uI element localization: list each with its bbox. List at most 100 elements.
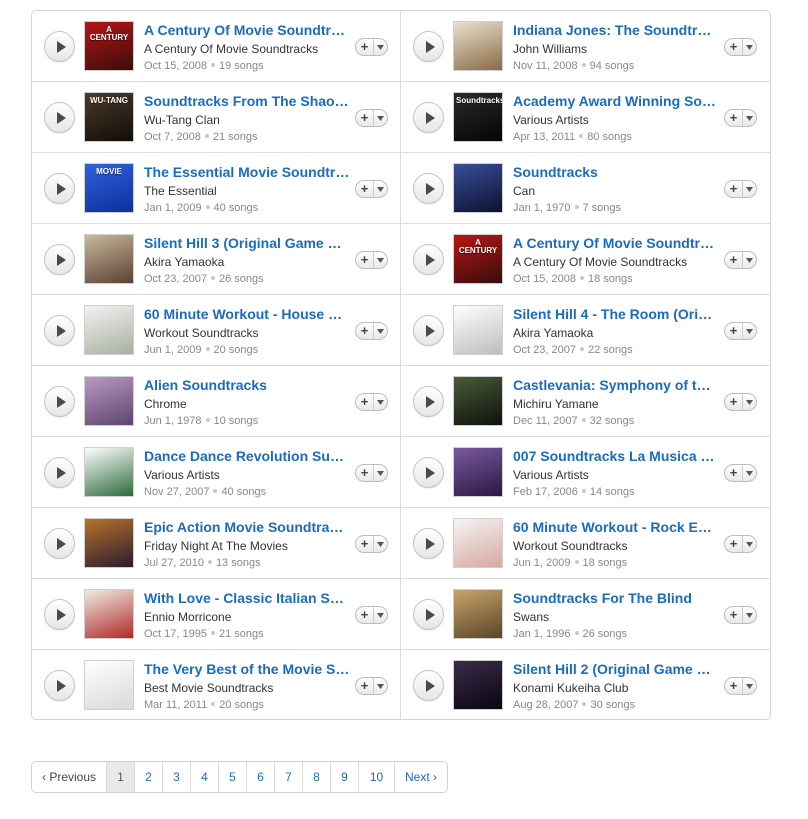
album-art[interactable] bbox=[84, 518, 134, 568]
album-title-link[interactable]: Silent Hill 3 (Original Game Soundtrack) bbox=[144, 235, 350, 252]
chevron-down-icon[interactable] bbox=[743, 44, 756, 50]
chevron-down-icon[interactable] bbox=[374, 612, 387, 618]
chevron-down-icon[interactable] bbox=[374, 186, 387, 192]
play-button[interactable] bbox=[44, 315, 75, 346]
album-art[interactable] bbox=[453, 376, 503, 426]
chevron-down-icon[interactable] bbox=[743, 399, 756, 405]
album-title-link[interactable]: 60 Minute Workout - Rock Edition bbox=[513, 519, 719, 536]
chevron-down-icon[interactable] bbox=[374, 257, 387, 263]
chevron-down-icon[interactable] bbox=[374, 115, 387, 121]
page-8-link[interactable]: 8 bbox=[303, 762, 331, 792]
play-button[interactable] bbox=[413, 457, 444, 488]
album-art[interactable] bbox=[453, 447, 503, 497]
add-to-button[interactable]: + bbox=[724, 535, 757, 553]
add-to-button[interactable]: + bbox=[724, 180, 757, 198]
album-title-link[interactable]: Alien Soundtracks bbox=[144, 377, 350, 394]
album-title-link[interactable]: Indiana Jones: The Soundtracks Collectio… bbox=[513, 22, 719, 39]
album-art[interactable]: WU-TANG bbox=[84, 92, 134, 142]
play-button[interactable] bbox=[44, 102, 75, 133]
play-button[interactable] bbox=[44, 173, 75, 204]
add-to-button[interactable]: + bbox=[355, 393, 388, 411]
album-title-link[interactable]: Silent Hill 2 (Original Game Soundtrack) bbox=[513, 661, 719, 678]
play-button[interactable] bbox=[44, 670, 75, 701]
page-1-link[interactable]: 1 bbox=[107, 762, 135, 792]
album-art[interactable]: A CENTURY bbox=[84, 21, 134, 71]
album-art[interactable] bbox=[84, 376, 134, 426]
album-art[interactable] bbox=[84, 447, 134, 497]
add-to-button[interactable]: + bbox=[355, 464, 388, 482]
page-6-link[interactable]: 6 bbox=[247, 762, 275, 792]
chevron-down-icon[interactable] bbox=[374, 328, 387, 334]
album-title-link[interactable]: Epic Action Movie Soundtracks bbox=[144, 519, 350, 536]
add-to-button[interactable]: + bbox=[355, 109, 388, 127]
album-art[interactable] bbox=[453, 518, 503, 568]
album-title-link[interactable]: Soundtracks For The Blind bbox=[513, 590, 719, 607]
add-to-button[interactable]: + bbox=[355, 251, 388, 269]
add-to-button[interactable]: + bbox=[724, 251, 757, 269]
page-5-link[interactable]: 5 bbox=[219, 762, 247, 792]
chevron-down-icon[interactable] bbox=[743, 186, 756, 192]
play-button[interactable] bbox=[413, 315, 444, 346]
album-title-link[interactable]: Silent Hill 4 - The Room (Original Sound… bbox=[513, 306, 719, 323]
play-button[interactable] bbox=[44, 244, 75, 275]
play-button[interactable] bbox=[413, 599, 444, 630]
album-title-link[interactable]: Castlevania: Symphony of the Night bbox=[513, 377, 719, 394]
page-7-link[interactable]: 7 bbox=[275, 762, 303, 792]
play-button[interactable] bbox=[413, 528, 444, 559]
play-button[interactable] bbox=[44, 31, 75, 62]
page-3-link[interactable]: 3 bbox=[163, 762, 191, 792]
album-title-link[interactable]: Dance Dance Revolution Supernova bbox=[144, 448, 350, 465]
add-to-button[interactable]: + bbox=[724, 606, 757, 624]
album-title-link[interactable]: A Century Of Movie Soundtracks bbox=[144, 22, 350, 39]
play-button[interactable] bbox=[413, 670, 444, 701]
add-to-button[interactable]: + bbox=[355, 322, 388, 340]
play-button[interactable] bbox=[44, 457, 75, 488]
add-to-button[interactable]: + bbox=[724, 38, 757, 56]
album-art[interactable] bbox=[84, 234, 134, 284]
album-art[interactable] bbox=[453, 660, 503, 710]
album-title-link[interactable]: 60 Minute Workout - House Soundtracks bbox=[144, 306, 350, 323]
chevron-down-icon[interactable] bbox=[374, 683, 387, 689]
album-title-link[interactable]: The Very Best of the Movie Soundtracks bbox=[144, 661, 350, 678]
album-art[interactable] bbox=[453, 589, 503, 639]
chevron-down-icon[interactable] bbox=[743, 470, 756, 476]
previous-page-button[interactable]: ‹ Previous bbox=[32, 762, 107, 792]
album-title-link[interactable]: Academy Award Winning Soundtracks bbox=[513, 93, 719, 110]
album-art[interactable] bbox=[453, 21, 503, 71]
chevron-down-icon[interactable] bbox=[374, 44, 387, 50]
play-button[interactable] bbox=[44, 528, 75, 559]
play-button[interactable] bbox=[413, 102, 444, 133]
page-4-link[interactable]: 4 bbox=[191, 762, 219, 792]
album-title-link[interactable]: Soundtracks From The Shaolin Temple bbox=[144, 93, 350, 110]
album-title-link[interactable]: 007 Soundtracks La Musica di James Bond bbox=[513, 448, 719, 465]
chevron-down-icon[interactable] bbox=[374, 541, 387, 547]
add-to-button[interactable]: + bbox=[724, 322, 757, 340]
add-to-button[interactable]: + bbox=[355, 38, 388, 56]
play-button[interactable] bbox=[413, 244, 444, 275]
play-button[interactable] bbox=[413, 386, 444, 417]
page-10-link[interactable]: 10 bbox=[359, 762, 395, 792]
add-to-button[interactable]: + bbox=[355, 677, 388, 695]
album-title-link[interactable]: With Love - Classic Italian Soundtracks bbox=[144, 590, 350, 607]
add-to-button[interactable]: + bbox=[724, 109, 757, 127]
chevron-down-icon[interactable] bbox=[743, 683, 756, 689]
album-art[interactable] bbox=[84, 660, 134, 710]
page-9-link[interactable]: 9 bbox=[331, 762, 359, 792]
add-to-button[interactable]: + bbox=[355, 180, 388, 198]
album-art[interactable] bbox=[453, 163, 503, 213]
play-button[interactable] bbox=[44, 599, 75, 630]
album-art[interactable] bbox=[453, 305, 503, 355]
page-2-link[interactable]: 2 bbox=[135, 762, 163, 792]
chevron-down-icon[interactable] bbox=[743, 612, 756, 618]
chevron-down-icon[interactable] bbox=[743, 328, 756, 334]
album-art[interactable]: A CENTURY bbox=[453, 234, 503, 284]
next-page-button[interactable]: Next › bbox=[395, 762, 447, 792]
chevron-down-icon[interactable] bbox=[374, 399, 387, 405]
play-button[interactable] bbox=[44, 386, 75, 417]
add-to-button[interactable]: + bbox=[355, 606, 388, 624]
chevron-down-icon[interactable] bbox=[743, 257, 756, 263]
album-title-link[interactable]: Soundtracks bbox=[513, 164, 719, 181]
add-to-button[interactable]: + bbox=[724, 464, 757, 482]
album-title-link[interactable]: The Essential Movie Soundtracks bbox=[144, 164, 350, 181]
album-title-link[interactable]: A Century Of Movie Soundtracks bbox=[513, 235, 719, 252]
